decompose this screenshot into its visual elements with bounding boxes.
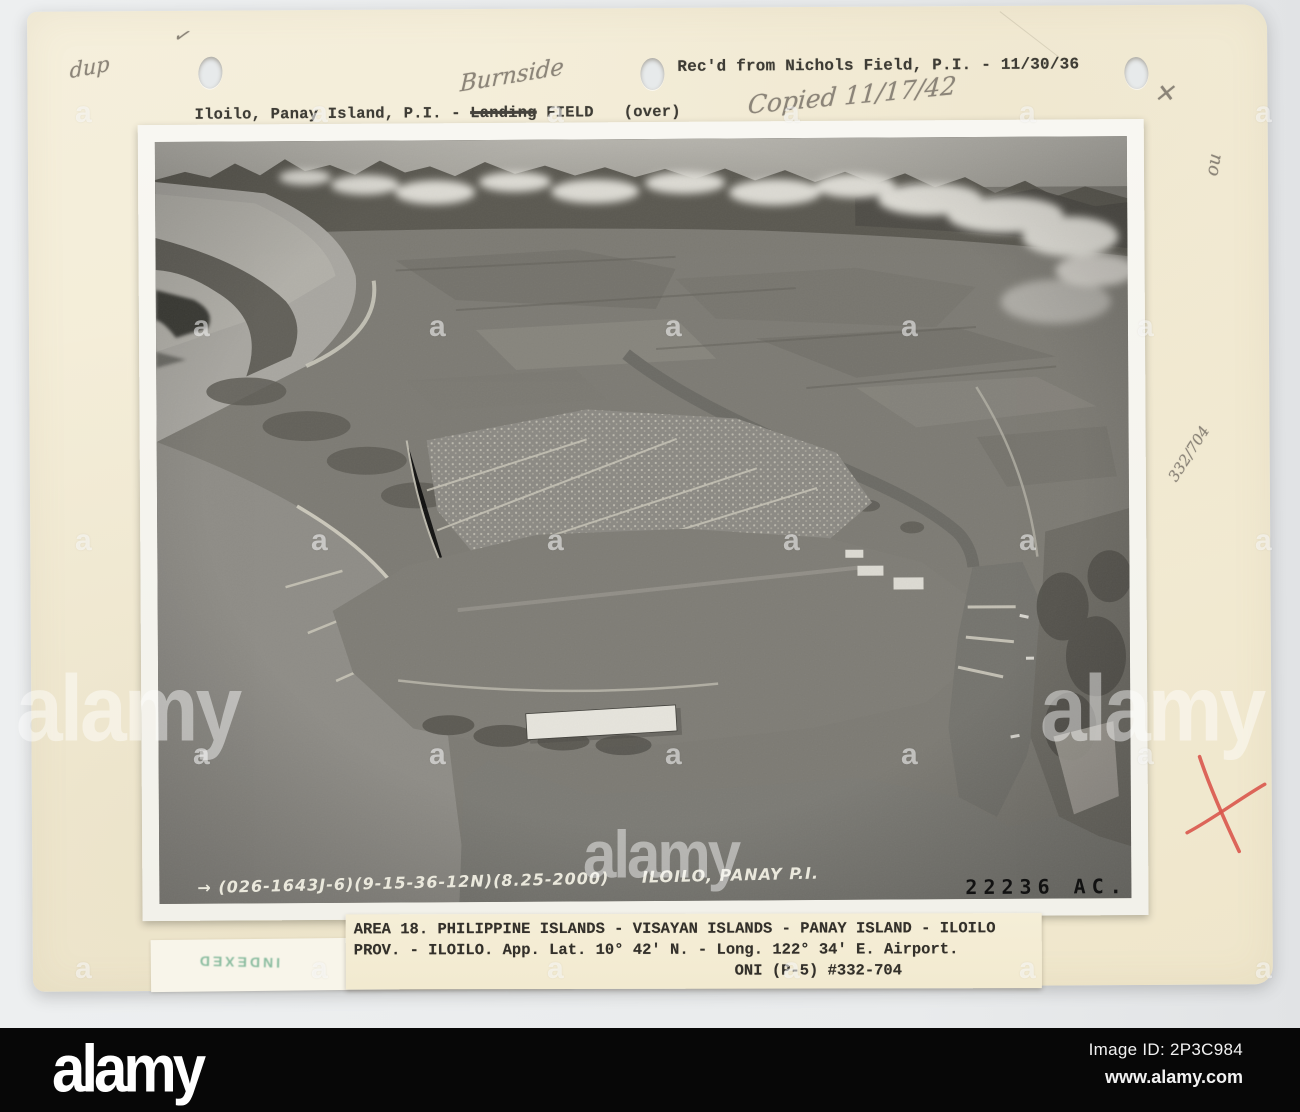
pencil-checkmark: ✓	[171, 23, 191, 49]
typed-title-line: Iloilo, Panay Island, P.I. - Landing FIE…	[195, 103, 681, 124]
over-note: (over)	[623, 102, 681, 122]
punch-hole-left	[196, 55, 224, 90]
title-prefix: Iloilo, Panay Island, P.I. -	[194, 104, 471, 124]
pencil-note-file-number: 332/704	[1164, 422, 1214, 485]
footer-info: Image ID: 2P3C984 www.alamy.com	[1089, 1040, 1243, 1088]
label-line-2: PROV. - ILOILO. App. Lat. 10° 42' N. - L…	[353, 940, 959, 960]
alamy-logo: alamy	[52, 1030, 206, 1107]
catalog-label: AREA 18. PHILIPPINE ISLANDS - VISAYAN IS…	[345, 913, 1042, 990]
film-grain	[154, 136, 1132, 905]
record-card: dup ✓ Burnside Copied 11/17/42 ✕ no 332/…	[27, 4, 1273, 993]
pencil-note-no: no	[1202, 152, 1228, 178]
aerial-photo-art	[154, 136, 1132, 905]
typed-received-line: Rec'd from Nichols Field, P.I. - 11/30/3…	[677, 55, 1080, 76]
photo-print: → (026-1643J-6)(9-15-36-12N)(8.25-2000) …	[137, 118, 1149, 922]
title-suffix: FIELD	[536, 103, 594, 122]
green-stamp: INDEXED	[196, 953, 281, 972]
image-id-text: Image ID: 2P3C984	[1088, 1040, 1243, 1059]
punch-hole-right	[1123, 56, 1150, 90]
alamy-footer-bar: alamy Image ID: 2P3C984 www.alamy.com	[0, 1028, 1300, 1112]
caption-arrow-icon: →	[197, 877, 213, 898]
pencil-x-mark: ✕	[1153, 78, 1175, 108]
label-line-3: ONI (P-5) #332-704	[734, 961, 903, 980]
aerial-photograph: → (026-1643J-6)(9-15-36-12N)(8.25-2000) …	[154, 136, 1132, 905]
paper-crease	[999, 11, 1059, 58]
pencil-note-burnside: Burnside	[459, 54, 565, 98]
archival-scan-page: dup ✓ Burnside Copied 11/17/42 ✕ no 332/…	[0, 0, 1300, 1112]
label-line-1: AREA 18. PHILIPPINE ISLANDS - VISAYAN IS…	[353, 919, 996, 939]
struck-word: Landing	[470, 103, 537, 123]
pencil-note-dup: dup	[69, 51, 110, 84]
punch-hole-center	[640, 57, 665, 91]
red-crayon-x	[1185, 754, 1267, 854]
alamy-url-text: www.alamy.com	[1104, 1067, 1243, 1087]
pencil-note-copied: Copied 11/17/42	[746, 70, 958, 120]
photo-id-stamp: 22236 AC.	[965, 874, 1128, 900]
